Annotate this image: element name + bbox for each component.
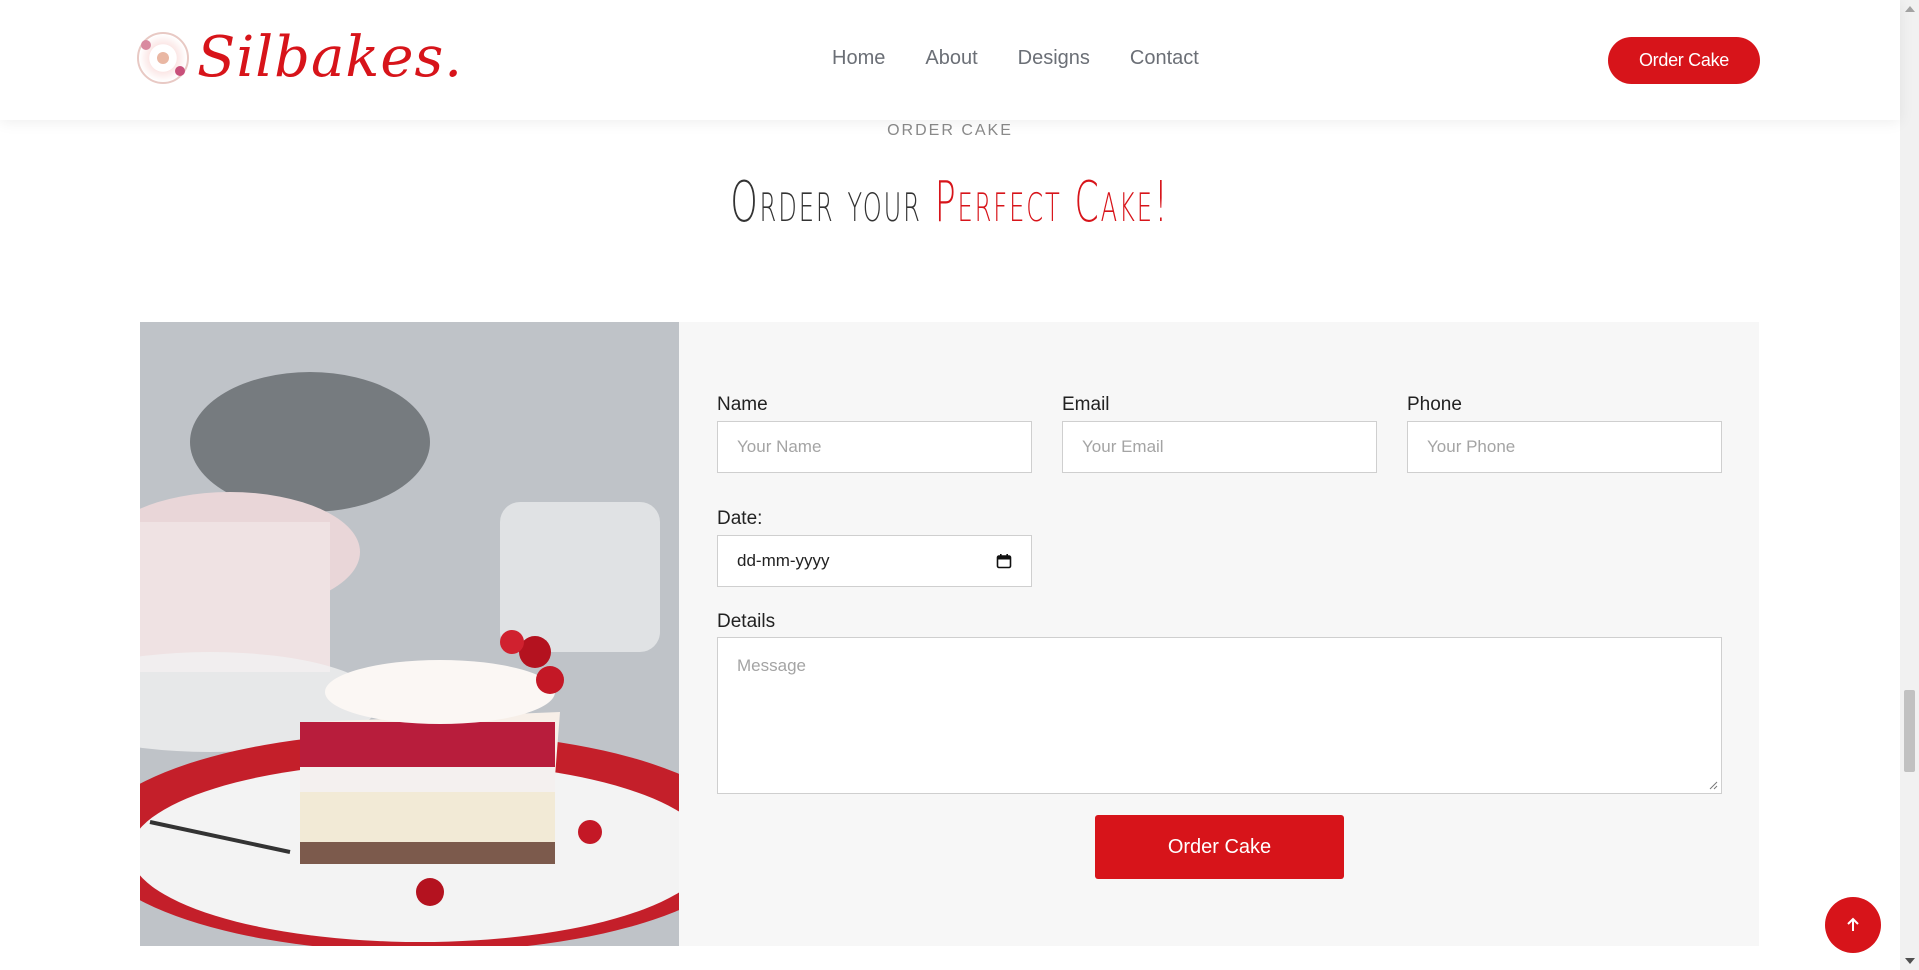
main-nav: Home About Designs Contact xyxy=(832,47,1239,70)
logo-mark xyxy=(137,32,189,84)
logo[interactable]: Silbakes. xyxy=(137,30,463,86)
calendar-icon[interactable] xyxy=(996,553,1012,569)
details-label: Details xyxy=(717,611,776,632)
cake-photo xyxy=(140,322,679,946)
logo-text: Silbakes. xyxy=(197,25,464,90)
cake-photo-illustration xyxy=(140,322,679,946)
date-value: dd-mm-yyyy xyxy=(737,551,830,570)
arrow-up-icon xyxy=(1847,917,1859,931)
name-input[interactable]: Your Name xyxy=(717,421,1032,473)
date-label: Date: xyxy=(717,508,763,529)
submit-order-button[interactable]: Order Cake xyxy=(1095,815,1344,879)
date-input[interactable]: dd-mm-yyyy xyxy=(717,535,1032,587)
page-scrollbar[interactable] xyxy=(1900,0,1919,970)
scroll-down-icon[interactable] xyxy=(1905,958,1915,964)
section-eyebrow: ORDER CAKE xyxy=(887,122,1013,139)
email-label: Email xyxy=(1062,394,1110,415)
scrollbar-thumb[interactable] xyxy=(1904,690,1915,772)
site-header: Silbakes. Home About Designs Contact Ord… xyxy=(0,0,1900,120)
header-order-button[interactable]: Order Cake xyxy=(1608,37,1760,84)
resize-grip-icon[interactable] xyxy=(1708,780,1718,790)
title-accent: Perfect Cake! xyxy=(934,170,1170,235)
section-title: Order your Perfect Cake! xyxy=(361,170,1539,235)
scroll-up-icon[interactable] xyxy=(1905,6,1915,12)
nav-about[interactable]: About xyxy=(925,47,977,70)
scroll-to-top-button[interactable] xyxy=(1825,897,1881,953)
details-textarea[interactable]: Message xyxy=(717,637,1722,794)
title-main: Order your xyxy=(730,170,935,235)
nav-home[interactable]: Home xyxy=(832,47,885,70)
email-input[interactable]: Your Email xyxy=(1062,421,1377,473)
phone-input[interactable]: Your Phone xyxy=(1407,421,1722,473)
nav-designs[interactable]: Designs xyxy=(1018,47,1090,70)
name-label: Name xyxy=(717,394,768,415)
phone-label: Phone xyxy=(1407,394,1462,415)
nav-contact[interactable]: Contact xyxy=(1130,47,1199,70)
details-placeholder: Message xyxy=(737,656,806,675)
